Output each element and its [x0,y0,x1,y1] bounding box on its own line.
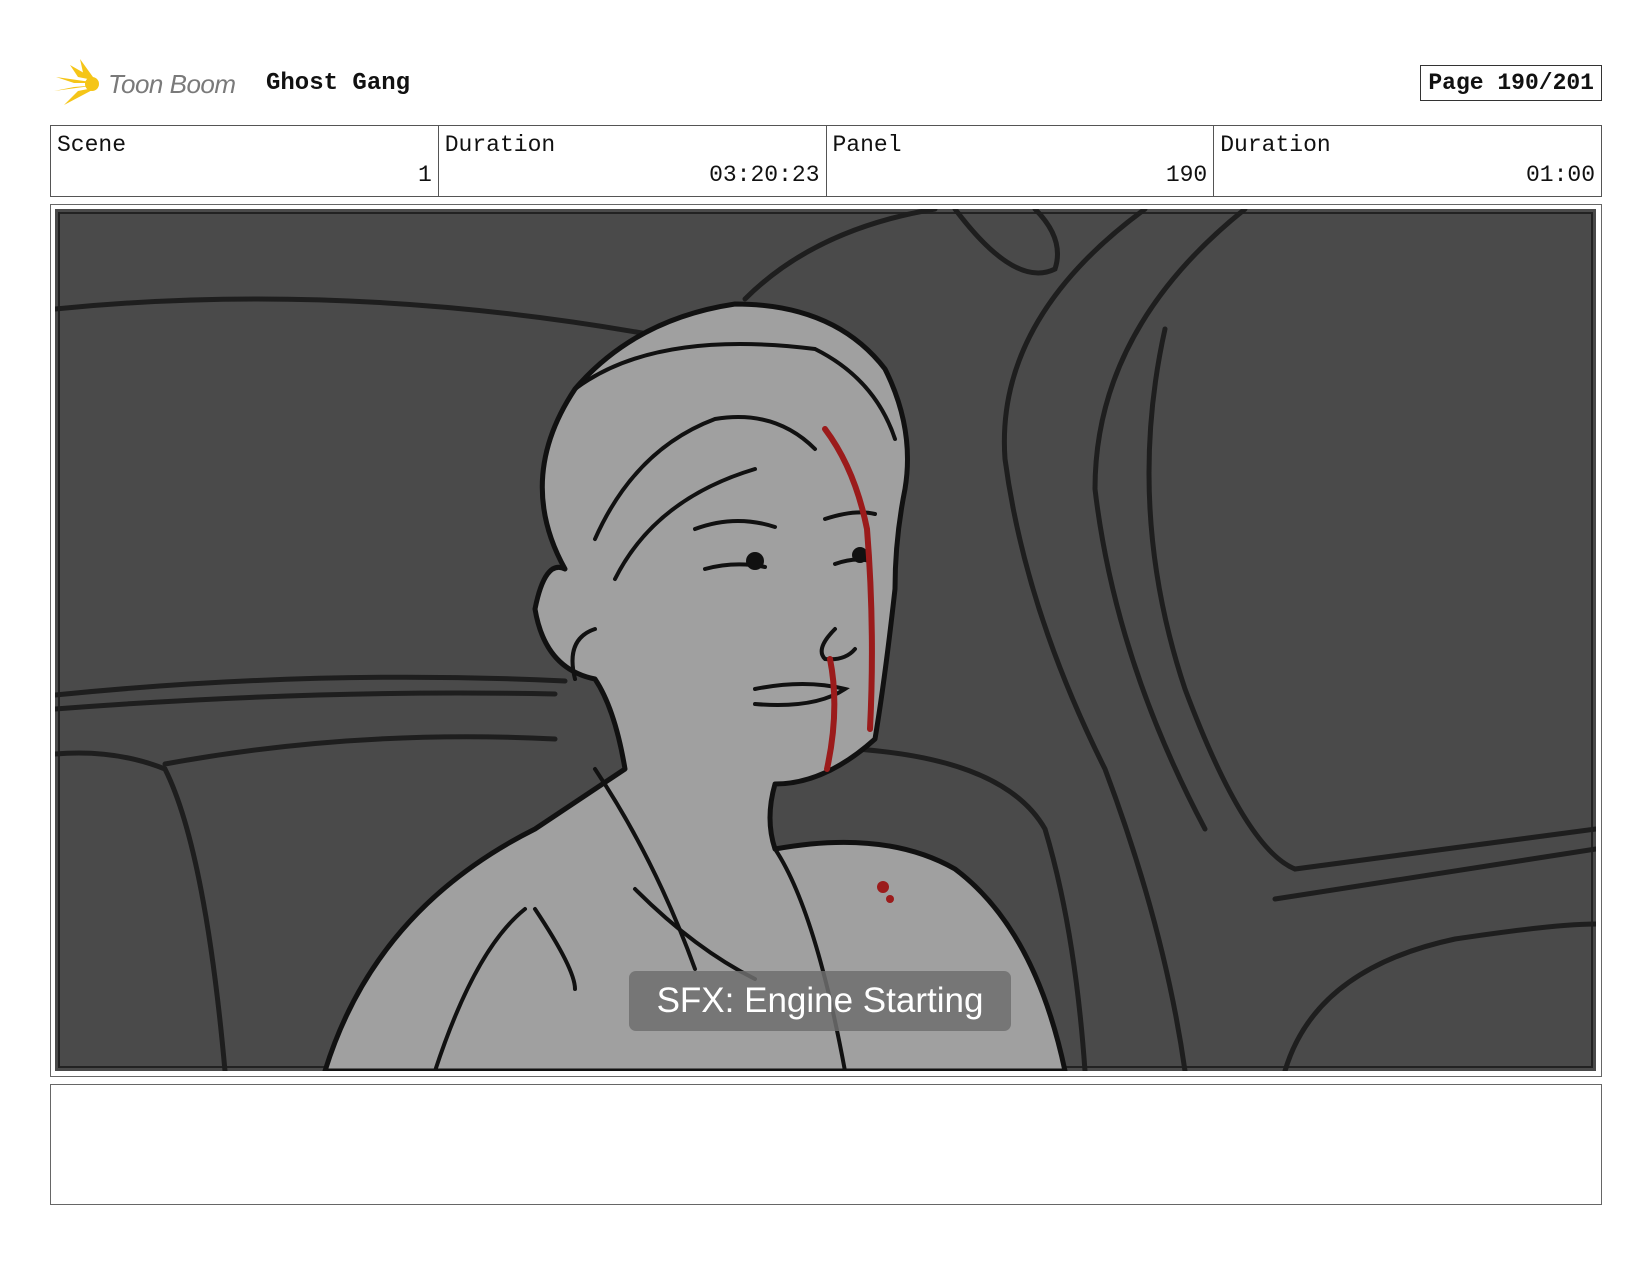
panel-notes-box [50,1084,1602,1205]
sfx-caption: SFX: Engine Starting [629,971,1011,1031]
scene-duration-cell: Duration 03:20:23 [439,126,827,196]
page-header: Toon Boom Ghost Gang Page 190/201 [50,55,1602,115]
storyboard-panel-frame: SFX: Engine Starting [50,204,1602,1077]
panel-value: 190 [1165,162,1208,188]
logo-wordmark: Toon Boom [108,69,236,99]
panel-duration-cell: Duration 01:00 [1214,126,1601,196]
toon-boom-logo: Toon Boom [50,55,255,111]
scene-label: Scene [57,132,127,158]
storyboard-panel-image: SFX: Engine Starting [55,209,1596,1071]
panel-sketch [55,209,1596,1071]
panel-cell: Panel 190 [827,126,1215,196]
panel-duration-value: 01:00 [1525,162,1595,188]
page-number: Page 190/201 [1420,65,1602,101]
starburst-icon [54,59,99,105]
scene-value: 1 [417,162,432,188]
scene-duration-value: 03:20:23 [709,162,820,188]
scene-duration-label: Duration [444,132,556,158]
panel-duration-label: Duration [1220,132,1331,158]
panel-label: Panel [832,132,902,158]
scene-cell: Scene 1 [51,126,439,196]
panel-info-table: Scene 1 Duration 03:20:23 Panel 190 Dura… [50,125,1602,197]
project-title: Ghost Gang [266,70,411,97]
